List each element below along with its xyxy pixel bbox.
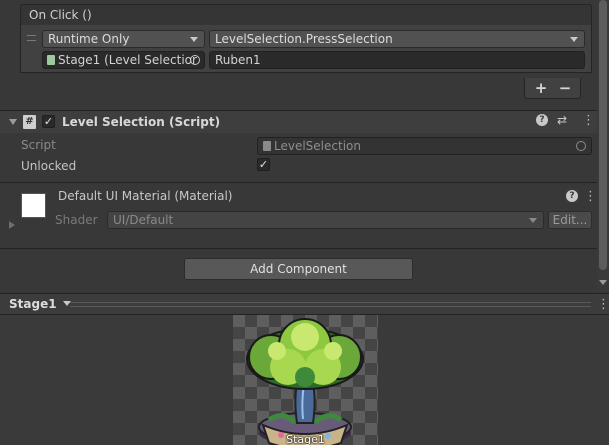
kebab-menu-icon[interactable]: ⋮ bbox=[584, 190, 597, 203]
component-title: Level Selection (Script) bbox=[62, 115, 221, 129]
help-icon[interactable]: ? bbox=[566, 190, 578, 202]
chevron-down-icon bbox=[190, 37, 198, 42]
preview-title: Stage1 bbox=[9, 297, 57, 311]
chevron-down-icon bbox=[529, 218, 537, 223]
target-object-field[interactable]: Stage1 (Level Selectior bbox=[42, 51, 205, 69]
divider bbox=[0, 248, 597, 249]
remove-listener-button[interactable]: − bbox=[555, 79, 575, 97]
component-header[interactable]: # ✓ Level Selection (Script) ? ⇄ ⋮ bbox=[0, 111, 597, 133]
script-label: Script bbox=[21, 138, 56, 152]
argument-input[interactable]: Ruben1 bbox=[209, 51, 585, 69]
function-value: LevelSelection.PressSelection bbox=[215, 32, 393, 46]
function-dropdown[interactable]: LevelSelection.PressSelection bbox=[209, 30, 585, 48]
kebab-menu-icon[interactable]: ⋮ bbox=[597, 298, 609, 311]
script-value: LevelSelection bbox=[274, 139, 361, 153]
object-picker-icon bbox=[576, 141, 586, 151]
component-enabled-checkbox[interactable]: ✓ bbox=[42, 115, 55, 128]
argument-value: Ruben1 bbox=[215, 53, 261, 67]
object-picker-icon[interactable] bbox=[190, 55, 200, 65]
event-listener-row: Runtime Only LevelSelection.PressSelecti… bbox=[20, 25, 592, 73]
kebab-menu-icon[interactable]: ⋮ bbox=[582, 114, 595, 127]
chevron-down-icon bbox=[570, 37, 578, 42]
tree-in-pot-sprite bbox=[246, 318, 364, 445]
preview-toolbar: Stage1 ⋮ bbox=[0, 293, 609, 315]
preview-object-dropdown[interactable]: Stage1 bbox=[9, 297, 71, 311]
add-component-button[interactable]: Add Component bbox=[184, 258, 413, 280]
preview-resize-handle[interactable] bbox=[70, 302, 591, 307]
script-file-icon bbox=[47, 55, 55, 65]
shader-dropdown[interactable]: UI/Default bbox=[107, 211, 544, 229]
unlocked-label: Unlocked bbox=[21, 159, 77, 173]
material-title: Default UI Material (Material) bbox=[58, 189, 233, 203]
shader-label: Shader bbox=[55, 213, 98, 227]
runtime-mode-value: Runtime Only bbox=[48, 32, 130, 46]
list-controls: + − bbox=[524, 78, 581, 99]
event-title: On Click () bbox=[29, 8, 92, 22]
sprite-caption: Stage1 bbox=[286, 433, 325, 445]
expand-arrow-icon[interactable] bbox=[9, 221, 15, 229]
shader-value: UI/Default bbox=[113, 213, 174, 227]
script-file-icon bbox=[263, 141, 271, 151]
target-object-value: Stage1 (Level Selectior bbox=[58, 53, 197, 67]
unlocked-checkbox[interactable]: ✓ bbox=[257, 158, 270, 171]
divider bbox=[0, 182, 597, 183]
scrollbar-thumb[interactable] bbox=[599, 0, 607, 270]
drag-handle-icon[interactable] bbox=[27, 35, 36, 41]
script-icon: # bbox=[23, 115, 36, 129]
runtime-mode-dropdown[interactable]: Runtime Only bbox=[42, 30, 205, 48]
fold-arrow-icon[interactable] bbox=[9, 119, 17, 125]
help-icon[interactable]: ? bbox=[536, 114, 548, 126]
material-preview-swatch bbox=[21, 193, 46, 218]
event-header: On Click () bbox=[20, 4, 592, 26]
add-listener-button[interactable]: + bbox=[531, 79, 551, 97]
presets-icon[interactable]: ⇄ bbox=[557, 113, 567, 127]
scroll-down-arrow-icon[interactable] bbox=[599, 280, 607, 285]
script-field[interactable]: LevelSelection bbox=[257, 137, 592, 155]
edit-shader-button[interactable]: Edit... bbox=[548, 211, 592, 229]
